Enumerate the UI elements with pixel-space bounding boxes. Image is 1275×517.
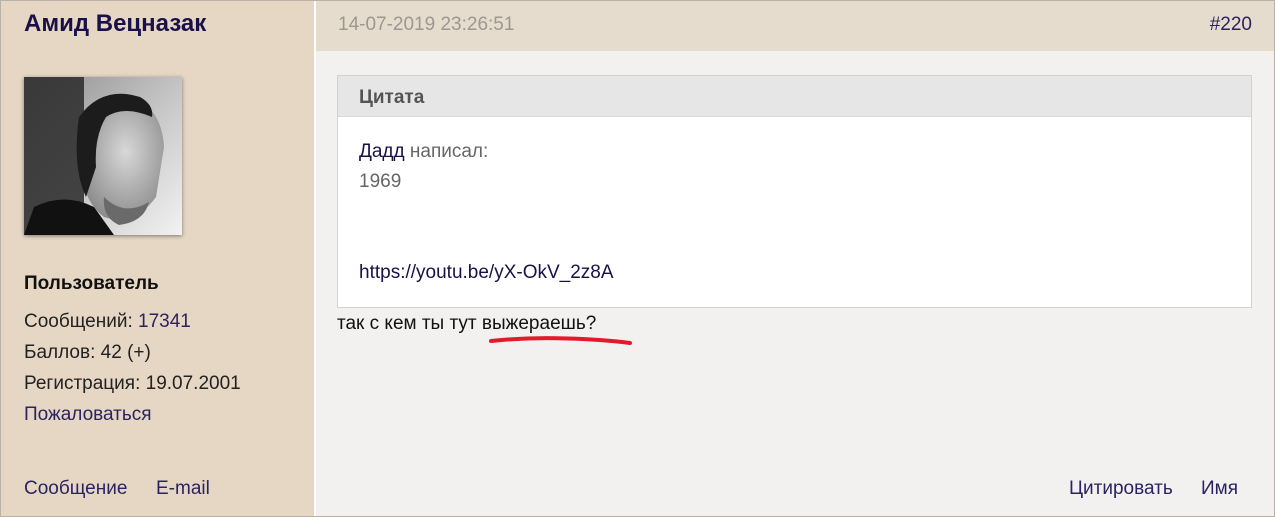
- forum-post: Амид Вецназак Пользователь Сообщений: 17…: [0, 0, 1275, 517]
- quote-author: Дадд: [359, 141, 405, 162]
- message-question-mark: ?: [585, 313, 597, 334]
- user-role: Пользователь: [24, 273, 159, 294]
- points-plus-button[interactable]: (+): [127, 342, 151, 363]
- quote-wrote-label: написал:: [409, 141, 489, 162]
- post-timestamp: 14-07-2019 23:26:51: [338, 14, 515, 35]
- quote-title: Цитата: [359, 87, 425, 108]
- avatar[interactable]: [24, 77, 182, 235]
- insert-name-link[interactable]: Имя: [1201, 478, 1238, 500]
- red-underline-annotation: [489, 336, 632, 345]
- post-header: 14-07-2019 23:26:51 #220: [316, 1, 1274, 51]
- email-link[interactable]: E-mail: [156, 478, 210, 500]
- report-link[interactable]: Пожаловаться: [24, 404, 152, 426]
- messages-count-line: Сообщений: 17341: [24, 311, 191, 333]
- quote-header: Цитата: [338, 76, 1251, 117]
- quote-post-link[interactable]: Цитировать: [1069, 478, 1173, 500]
- quote-block: Цитата Дадд написал: 1969 https://youtu.…: [337, 75, 1252, 308]
- send-message-link[interactable]: Сообщение: [24, 478, 127, 500]
- post-message: так с кем ты тут выжераешь?: [337, 313, 596, 335]
- message-highlighted-word: выжераешь: [481, 313, 586, 334]
- avatar-photo: [24, 77, 182, 235]
- points-line: Баллов: 42 (+): [24, 342, 151, 364]
- quote-url-link[interactable]: https://youtu.be/yX-OkV_2z8A: [359, 262, 614, 284]
- quote-attribution: Дадд написал:: [359, 141, 488, 163]
- messages-label: Сообщений:: [24, 311, 133, 332]
- username[interactable]: Амид Вецназак: [24, 10, 206, 38]
- registration-date: Регистрация: 19.07.2001: [24, 373, 241, 394]
- message-text: так с кем ты тут: [337, 313, 482, 334]
- quote-text: 1969: [359, 171, 402, 192]
- messages-count-link[interactable]: 17341: [138, 311, 191, 332]
- points-label: Баллов: 42: [24, 342, 122, 363]
- user-sidebar: Амид Вецназак Пользователь Сообщений: 17…: [1, 1, 316, 516]
- post-number-link[interactable]: #220: [1210, 14, 1252, 36]
